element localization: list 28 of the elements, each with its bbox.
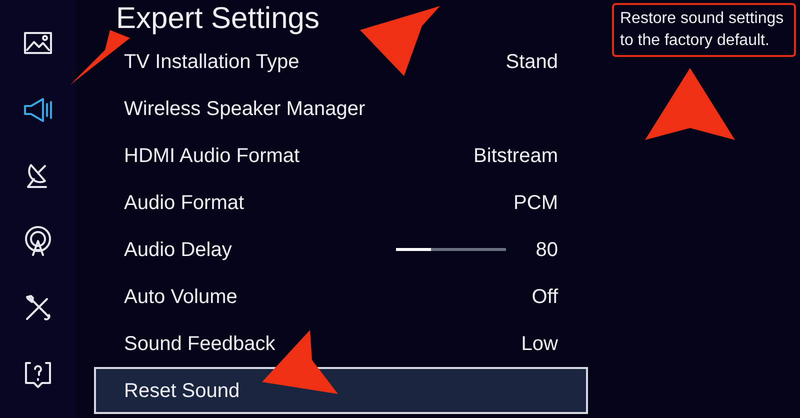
slider-track[interactable] [396, 248, 506, 251]
setting-label: Reset Sound [124, 378, 240, 404]
setting-value: Off [532, 284, 558, 310]
setting-value: Stand [506, 50, 558, 74]
setting-label: Auto Volume [124, 284, 238, 310]
setting-value: Low [521, 332, 558, 356]
setting-value: Bitstream [474, 144, 558, 168]
pointer-arrow-icon [645, 68, 735, 140]
settings-row[interactable]: Reset Sound [94, 367, 588, 414]
setting-label: HDMI Audio Format [124, 144, 300, 168]
page-title: Expert Settings [115, 1, 320, 37]
setting-label: Audio Format [124, 190, 244, 216]
settings-row[interactable]: Audio Format PCM [94, 179, 588, 226]
setting-value: 80 [536, 238, 558, 262]
settings-row[interactable]: Wireless Speaker Manager [94, 85, 588, 132]
setting-label: TV Installation Type [124, 50, 300, 74]
settings-row[interactable]: Audio Delay 80 [94, 226, 588, 273]
setting-label: Audio Delay [124, 238, 232, 262]
settings-row[interactable]: Sound Feedback Low [94, 320, 588, 367]
settings-row[interactable]: HDMI Audio Format Bitstream [94, 132, 588, 179]
help-tooltip: Restore sound settings to the factory default. [612, 3, 796, 57]
pointer-arrow-icon [360, 6, 440, 76]
settings-row[interactable]: Auto Volume Off [94, 273, 588, 320]
setting-value: PCM [514, 190, 558, 216]
setting-label: Wireless Speaker Manager [124, 96, 366, 122]
setting-label: Sound Feedback [124, 332, 276, 356]
settings-row[interactable]: TV Installation Type Stand [94, 38, 588, 85]
antenna-icon[interactable] [22, 226, 54, 258]
